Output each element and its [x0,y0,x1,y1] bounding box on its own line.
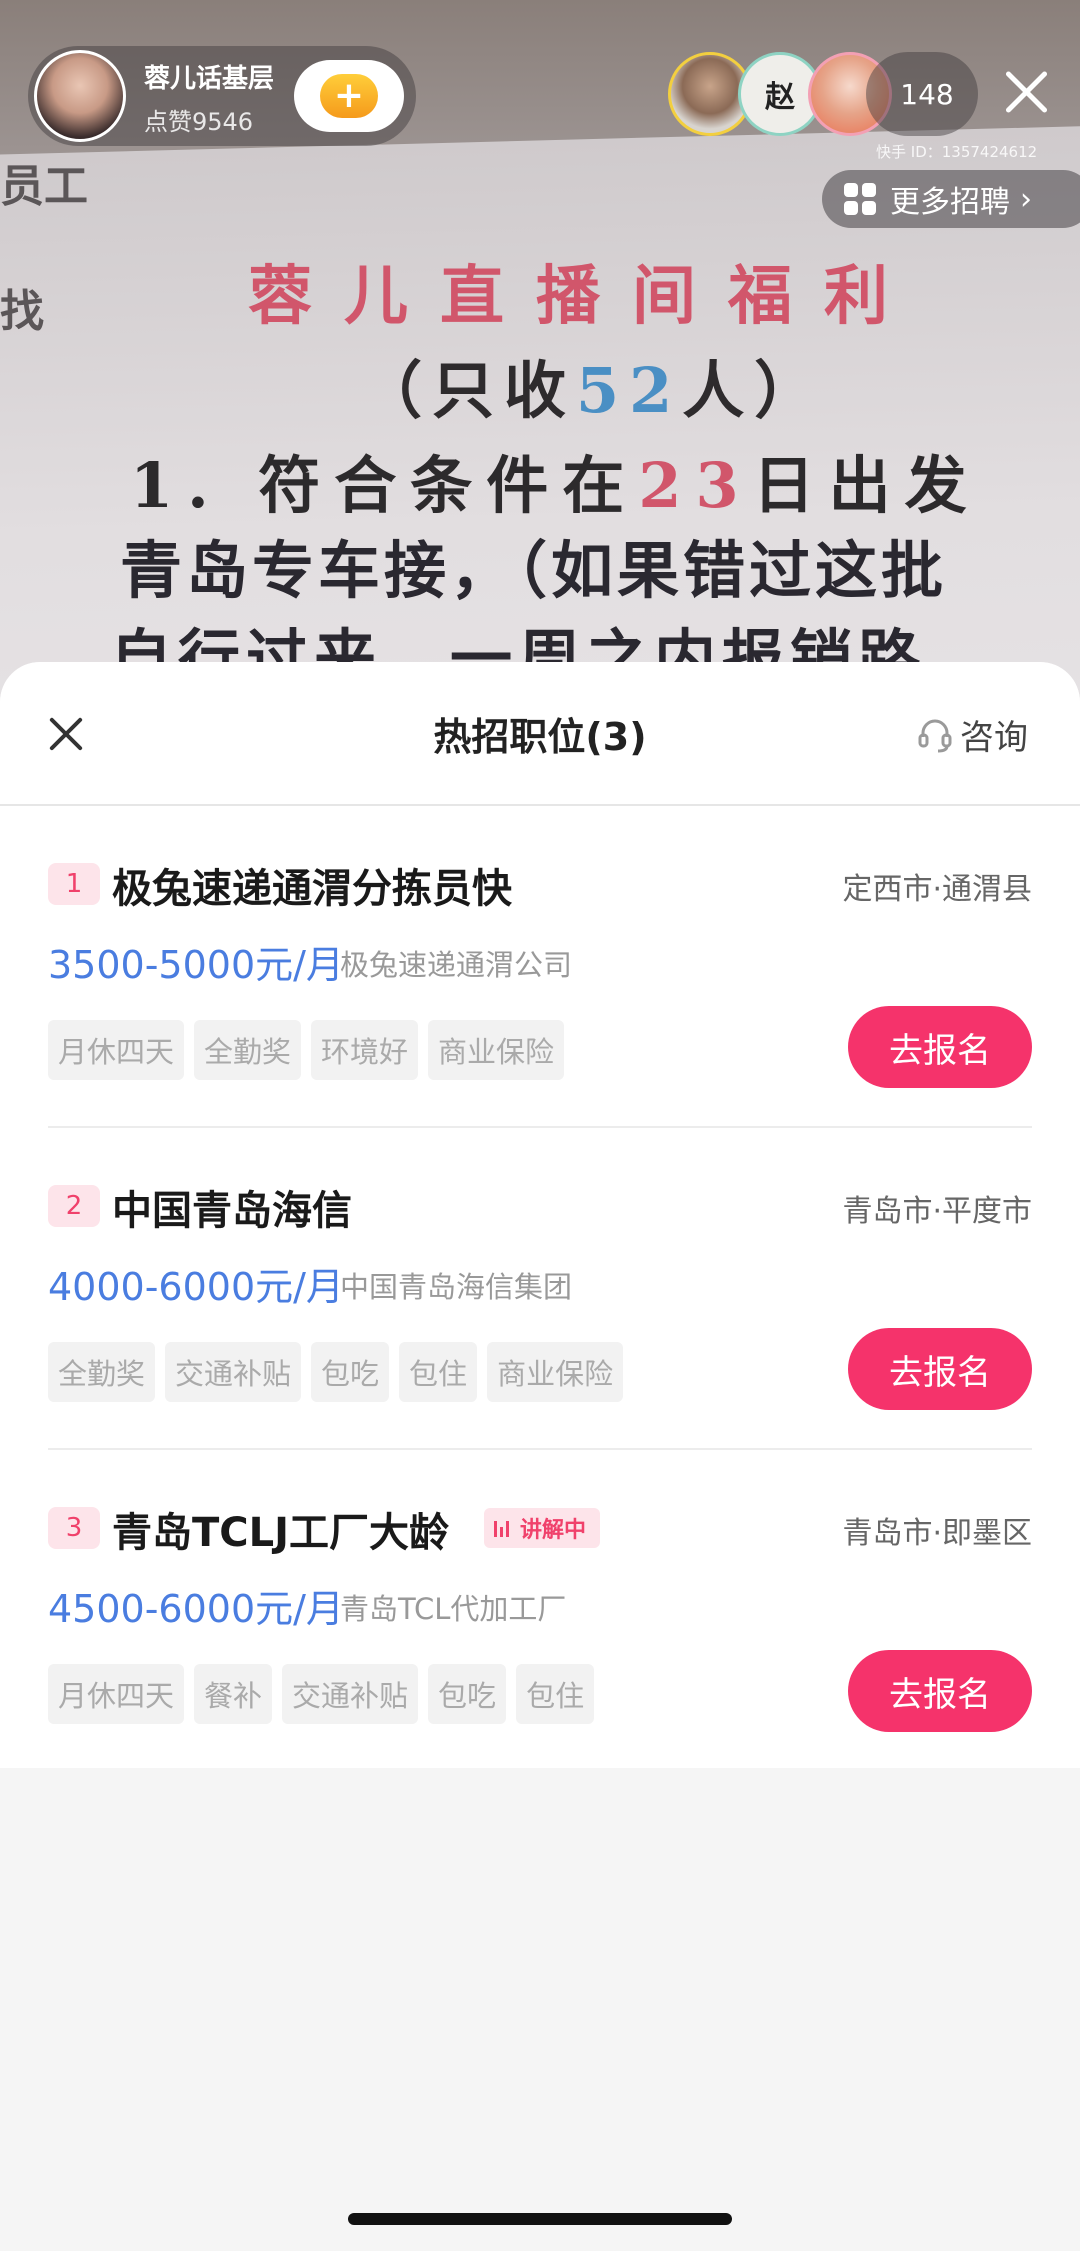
headset-icon [918,717,952,753]
job-tag: 包吃 [311,1342,390,1402]
apply-button[interactable]: 去报名 [848,1328,1032,1410]
job-salary: 4500-6000元/月 [48,1587,344,1631]
apply-button[interactable]: 去报名 [848,1650,1032,1732]
grid-icon [844,183,876,215]
video-text-line-2: 青岛专车接，（如果错过这批 [120,534,948,607]
chevron-right-icon: › [1020,181,1032,217]
job-tag: 包住 [516,1664,595,1724]
job-title: 中国青岛海信 [112,1188,352,1234]
job-tags: 全勤奖 交通补贴 包吃 包住 商业保险 [48,1342,633,1402]
job-card[interactable]: 2 中国青岛海信 青岛市·平度市 4000-6000元/月 中国青岛海信集团 全… [0,1128,1080,1450]
video-text-line-1: 1. 符合条件在23日出发 [130,449,981,522]
job-company: 极兔速递通渭公司 [340,948,573,982]
job-list: 1 极兔速递通渭分拣员快 定西市·通渭县 3500-5000元/月 极兔速递通渭… [0,806,1080,1768]
job-location: 青岛市·即墨区 [842,1516,1032,1551]
follow-button[interactable]: + [294,60,404,132]
host-likes: 点赞9546 [144,108,254,136]
host-avatar[interactable] [34,50,126,142]
job-list-sheet: 热招职位(3) 咨询 1 极兔速递通渭分拣员快 定西市·通渭县 3500-500… [0,662,1080,2251]
job-tags: 月休四天 餐补 交通补贴 包吃 包住 [48,1664,604,1724]
job-location: 青岛市·平度市 [842,1194,1032,1229]
job-location: 定西市·通渭县 [842,872,1032,907]
job-company: 青岛TCL代加工厂 [340,1592,567,1626]
job-tag: 商业保险 [428,1020,565,1080]
job-salary: 3500-5000元/月 [48,943,344,987]
explaining-label: 讲解中 [520,1518,587,1543]
video-text-title: 蓉儿直播间福利 [248,259,920,334]
equalizer-icon [494,1519,512,1537]
host-name: 蓉儿话基层 [144,64,275,94]
job-tag: 商业保险 [487,1342,624,1402]
explaining-badge: 讲解中 [484,1508,601,1548]
consult-label: 咨询 [960,718,1028,758]
job-title: 极兔速递通渭分拣员快 [112,866,512,912]
job-tags: 月休四天 全勤奖 环境好 商业保险 [48,1020,574,1080]
job-tag: 交通补贴 [282,1664,419,1724]
job-tag: 环境好 [311,1020,419,1080]
job-tag: 餐补 [194,1664,273,1724]
job-tag: 包住 [399,1342,478,1402]
job-tag: 月休四天 [48,1664,185,1724]
job-index: 1 [48,863,100,905]
job-index: 3 [48,1507,100,1549]
job-salary: 4000-6000元/月 [48,1265,344,1309]
sheet-header: 热招职位(3) 咨询 [0,662,1080,806]
job-card[interactable]: 1 极兔速递通渭分拣员快 定西市·通渭县 3500-5000元/月 极兔速递通渭… [0,806,1080,1128]
job-tag: 包吃 [428,1664,507,1724]
viewer-count[interactable]: 148 [866,52,978,136]
job-card[interactable]: 3 青岛TCLJ工厂大龄 讲解中 青岛市·即墨区 4500-6000元/月 青岛… [0,1450,1080,1772]
more-jobs-label: 更多招聘 [890,185,1010,220]
consult-button[interactable]: 咨询 [918,710,1028,759]
video-text-subtitle: （只收52人） [360,354,827,427]
follow-plus-icon: + [320,74,378,118]
close-icon[interactable] [996,62,1056,122]
more-jobs-button[interactable]: 更多招聘 › [822,170,1080,228]
job-tag: 月休四天 [48,1020,185,1080]
job-title: 青岛TCLJ工厂大龄 [112,1510,450,1556]
apply-button[interactable]: 去报名 [848,1006,1032,1088]
home-indicator[interactable] [348,2213,732,2225]
video-text-left-2: 找 [0,286,44,337]
job-tag: 全勤奖 [48,1342,156,1402]
job-tag: 交通补贴 [165,1342,302,1402]
job-company: 中国青岛海信集团 [340,1270,573,1304]
job-tag: 全勤奖 [194,1020,302,1080]
kuaishou-id: 快手 ID：1357424612 [876,143,1038,161]
video-text-left-1: 员工 [0,161,88,212]
job-index: 2 [48,1185,100,1227]
